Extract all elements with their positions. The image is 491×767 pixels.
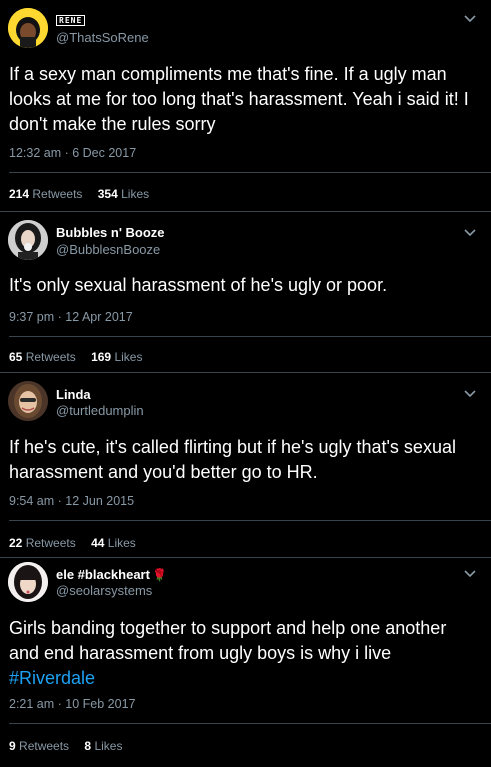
chevron-down-icon[interactable] — [463, 228, 477, 238]
user-name[interactable]: Linda — [56, 387, 91, 402]
tweet-stats: 214 Retweets 354 Likes — [9, 187, 161, 201]
retweets-stat[interactable]: 65 Retweets — [9, 350, 76, 364]
divider — [9, 172, 491, 173]
user-name[interactable]: ele #blackheart 🌹 — [56, 567, 167, 582]
divider — [9, 723, 491, 724]
divider — [0, 211, 491, 212]
user-name[interactable]: RENE — [56, 12, 86, 27]
user-handle[interactable]: @BubblesnBooze — [56, 242, 160, 257]
chevron-down-icon[interactable] — [463, 14, 477, 24]
tweet-stats: 22 Retweets 44 Likes — [9, 536, 148, 550]
timestamp[interactable]: 9:37 pm · 12 Apr 2017 — [9, 310, 133, 324]
divider — [9, 336, 491, 337]
timestamp[interactable]: 9:54 am · 12 Jun 2015 — [9, 494, 134, 508]
likes-stat[interactable]: 354 Likes — [98, 187, 149, 201]
avatar[interactable] — [8, 562, 48, 602]
user-handle[interactable]: @turtledumplin — [56, 403, 144, 418]
retweets-stat[interactable]: 214 Retweets — [9, 187, 82, 201]
divider — [9, 520, 491, 521]
tweet-text: Girls banding together to support and he… — [9, 618, 447, 688]
likes-stat[interactable]: 8 Likes — [84, 739, 122, 753]
rose-emoji: 🌹 — [151, 568, 167, 582]
user-name[interactable]: Bubbles n' Booze — [56, 225, 165, 240]
likes-stat[interactable]: 44 Likes — [91, 536, 136, 550]
avatar[interactable] — [8, 8, 48, 48]
tweet-text: If he's cute, it's called flirting but i… — [9, 437, 456, 482]
chevron-down-icon[interactable] — [463, 389, 477, 399]
divider — [0, 557, 491, 558]
avatar[interactable] — [8, 381, 48, 421]
chevron-down-icon[interactable] — [463, 569, 477, 579]
tweet-text: If a sexy man compliments me that's fine… — [9, 64, 469, 134]
avatar[interactable] — [8, 220, 48, 260]
user-handle[interactable]: @ThatsSoRene — [56, 30, 149, 45]
tweet-stats: 9 Retweets 8 Likes — [9, 739, 134, 753]
hashtag-link[interactable]: #Riverdale — [9, 668, 95, 688]
timestamp[interactable]: 2:21 am · 10 Feb 2017 — [9, 697, 135, 711]
retweets-stat[interactable]: 9 Retweets — [9, 739, 69, 753]
tweet-stats: 65 Retweets 169 Likes — [9, 350, 154, 364]
divider — [0, 372, 491, 373]
user-handle[interactable]: @seolarsystems — [56, 583, 152, 598]
timestamp[interactable]: 12:32 am · 6 Dec 2017 — [9, 146, 136, 160]
tweet-text: It's only sexual harassment of he's ugly… — [9, 275, 388, 295]
retweets-stat[interactable]: 22 Retweets — [9, 536, 76, 550]
likes-stat[interactable]: 169 Likes — [91, 350, 142, 364]
